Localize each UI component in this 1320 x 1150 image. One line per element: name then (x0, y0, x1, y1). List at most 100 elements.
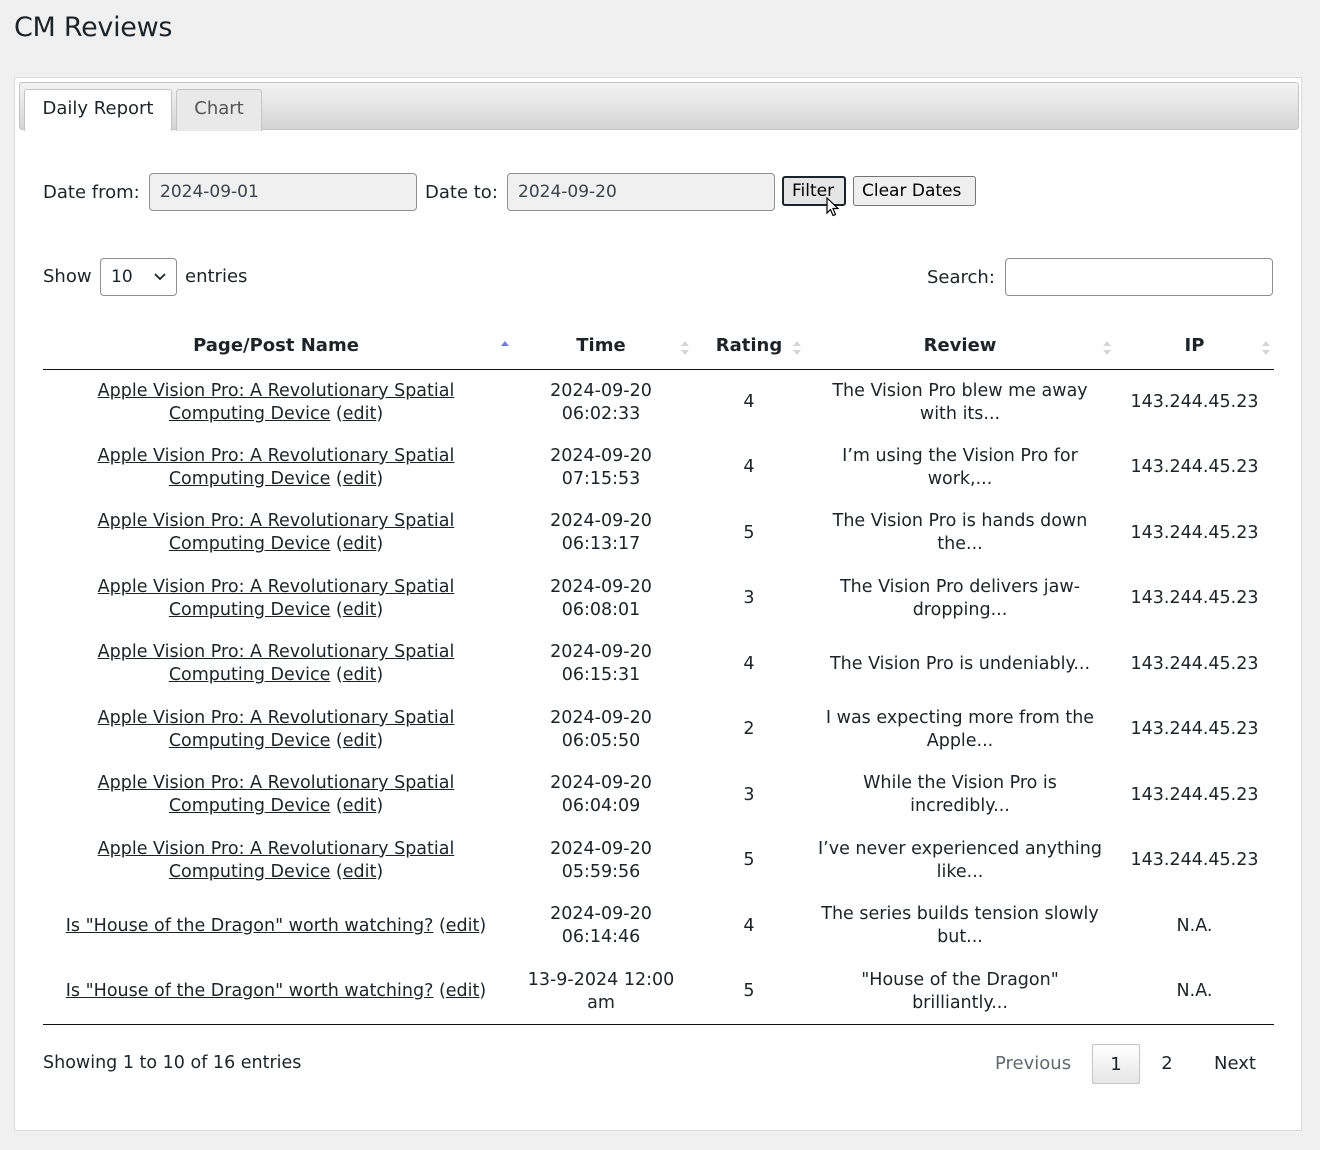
ip-cell: N.A. (1115, 959, 1274, 1025)
review-cell: While the Vision Pro is incredibly... (863, 773, 1057, 817)
page-post-link[interactable]: Apple Vision Pro: A Revolutionary Spatia… (98, 446, 455, 489)
tab-daily-report[interactable]: Daily Report (24, 89, 172, 131)
table-info: Showing 1 to 10 of 16 entries (43, 1053, 302, 1073)
report-panel: Daily Report Chart Date from: 2024-09-01… (14, 77, 1302, 1131)
page-post-name-cell: Apple Vision Pro: A Revolutionary Spatia… (97, 838, 455, 882)
table-row: Is "House of the Dragon" worth watching?… (43, 894, 1274, 960)
time-cell: 2024-09-20 06:02:33 (550, 380, 652, 424)
edit-link[interactable]: edit (446, 981, 480, 1001)
table-row: Apple Vision Pro: A Revolutionary Spatia… (43, 632, 1274, 698)
edit-link[interactable]: edit (343, 862, 377, 882)
rating-cell: 4 (743, 653, 755, 674)
column-header-label: Rating (715, 335, 783, 356)
table-row: Is "House of the Dragon" worth watching?… (43, 959, 1274, 1025)
sort-icon (681, 341, 689, 355)
review-cell: "House of the Dragon" brilliantly... (805, 959, 1115, 1025)
page-post-link[interactable]: Apple Vision Pro: A Revolutionary Spatia… (98, 839, 455, 882)
page-post-link[interactable]: Is "House of the Dragon" worth watching? (66, 916, 434, 936)
page-post-name-cell: Apple Vision Pro: A Revolutionary Spatia… (97, 773, 455, 817)
sort-icon (793, 341, 801, 355)
page-post-name-cell: Is "House of the Dragon" worth watching?… (43, 959, 509, 1025)
rating-cell: 4 (743, 915, 755, 936)
column-header-label: Page/Post Name (193, 335, 359, 356)
time-cell: 2024-09-20 07:15:53 (550, 445, 652, 489)
date-to-label: Date to: (425, 182, 498, 203)
time-cell: 2024-09-20 06:14:46 (550, 904, 652, 948)
page-post-link[interactable]: Apple Vision Pro: A Revolutionary Spatia… (98, 642, 455, 685)
entries-per-page-select[interactable]: 10 (100, 258, 177, 296)
edit-link[interactable]: edit (446, 916, 480, 936)
ip-cell: 143.244.45.23 (1130, 719, 1259, 740)
ip-cell: 143.244.45.23 (1130, 850, 1259, 871)
pagination-page-1[interactable]: 1 (1092, 1044, 1140, 1084)
column-header-rating[interactable]: Rating (693, 322, 805, 370)
rating-cell: 5 (743, 522, 755, 543)
review-cell: The Vision Pro is undeniably... (829, 653, 1091, 674)
table-row: Apple Vision Pro: A Revolutionary Spatia… (43, 697, 1274, 763)
sort-icon (1103, 341, 1111, 355)
table-row: Apple Vision Pro: A Revolutionary Spatia… (43, 828, 1274, 894)
column-header-label: Review (923, 335, 997, 356)
date-filter: Date from: 2024-09-01 Date to: 2024-09-2… (15, 173, 1301, 217)
clear-dates-button[interactable]: Clear Dates (853, 176, 976, 206)
page-title: CM Reviews (14, 12, 173, 43)
rating-cell: 5 (693, 959, 805, 1025)
page-post-name-cell: Apple Vision Pro: A Revolutionary Spatia… (97, 445, 455, 489)
rating-cell: 3 (743, 784, 755, 805)
sort-ascending-icon (501, 341, 509, 346)
time-cell: 13-9-2024 12:00 am (509, 959, 693, 1025)
time-cell: 2024-09-20 06:15:31 (550, 642, 652, 686)
page-post-link[interactable]: Is "House of the Dragon" worth watching? (66, 981, 434, 1001)
rating-cell: 2 (743, 719, 755, 740)
date-to-field[interactable]: 2024-09-20 (507, 173, 775, 211)
review-cell: I’m using the Vision Pro for work,... (842, 445, 1078, 489)
column-header-page-post-name[interactable]: Page/Post Name (43, 322, 509, 370)
page-post-link[interactable]: Apple Vision Pro: A Revolutionary Spatia… (98, 381, 455, 424)
page-post-name-cell: Apple Vision Pro: A Revolutionary Spatia… (97, 642, 455, 686)
pagination-page-2[interactable]: 2 (1153, 1044, 1181, 1084)
time-cell: 2024-09-20 06:08:01 (550, 576, 652, 620)
column-header-ip[interactable]: IP (1115, 322, 1274, 370)
page-post-link[interactable]: Apple Vision Pro: A Revolutionary Spatia… (98, 708, 455, 751)
review-cell: The Vision Pro delivers jaw-dropping... (839, 576, 1081, 620)
table-controls: Show 10 entries Search: (15, 258, 1301, 298)
reviews-table: Page/Post Name Time Rating Review IP App… (43, 322, 1274, 1025)
entries-label: entries (185, 266, 248, 287)
table-header-row: Page/Post Name Time Rating Review IP (43, 322, 1274, 370)
table-row: Apple Vision Pro: A Revolutionary Spatia… (43, 763, 1274, 829)
column-header-time[interactable]: Time (509, 322, 693, 370)
ip-cell: 143.244.45.23 (1130, 522, 1259, 543)
page-post-name-cell: Apple Vision Pro: A Revolutionary Spatia… (97, 576, 455, 620)
rating-cell: 4 (743, 457, 755, 478)
edit-link[interactable]: edit (343, 665, 377, 685)
page-post-link[interactable]: Apple Vision Pro: A Revolutionary Spatia… (98, 511, 455, 554)
time-cell: 2024-09-20 06:04:09 (550, 773, 652, 817)
edit-link[interactable]: edit (343, 404, 377, 424)
table-row: Apple Vision Pro: A Revolutionary Spatia… (43, 566, 1274, 632)
edit-link[interactable]: edit (343, 600, 377, 620)
page-post-link[interactable]: Apple Vision Pro: A Revolutionary Spatia… (98, 773, 455, 816)
review-cell: The Vision Pro blew me away with its... (832, 380, 1088, 424)
page-post-link[interactable]: Apple Vision Pro: A Revolutionary Spatia… (98, 577, 455, 620)
pagination-next[interactable]: Next (1214, 1044, 1256, 1084)
edit-link[interactable]: edit (343, 534, 377, 554)
review-cell: The Vision Pro is hands down the... (832, 511, 1088, 555)
date-from-field[interactable]: 2024-09-01 (149, 173, 417, 211)
rating-cell: 5 (743, 850, 755, 871)
column-header-review[interactable]: Review (805, 322, 1115, 370)
tab-bar: Daily Report Chart (19, 82, 1299, 131)
edit-link[interactable]: edit (343, 469, 377, 489)
sort-icon (1262, 341, 1270, 355)
time-cell: 2024-09-20 06:13:17 (550, 511, 652, 555)
edit-link[interactable]: edit (343, 731, 377, 751)
pagination-previous[interactable]: Previous (995, 1044, 1071, 1084)
search-input[interactable] (1005, 258, 1273, 296)
column-header-label: IP (1184, 335, 1205, 356)
table-row: Apple Vision Pro: A Revolutionary Spatia… (43, 435, 1274, 501)
edit-link[interactable]: edit (343, 796, 377, 816)
mouse-pointer-icon (826, 197, 840, 217)
rating-cell: 4 (743, 392, 755, 412)
rating-cell: 3 (743, 588, 755, 609)
tab-chart[interactable]: Chart (176, 89, 262, 131)
show-label: Show (43, 266, 92, 287)
